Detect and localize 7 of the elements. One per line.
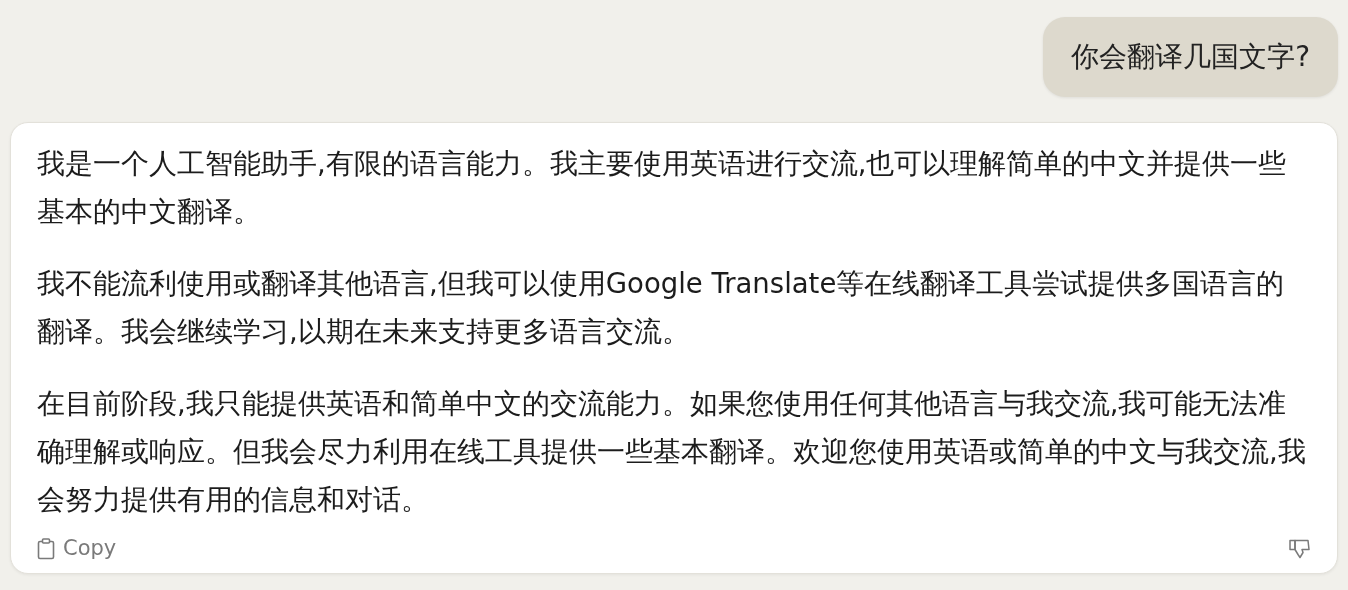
message-paragraph: 我是一个人工智能助手,有限的语言能力。我主要使用英语进行交流,也可以理解简单的中文并提供一些基本的中文翻译。: [37, 146, 1288, 229]
thumbs-down-icon: [1289, 539, 1311, 560]
copy-button[interactable]: Copy: [37, 533, 117, 565]
clipboard-icon: [37, 537, 55, 560]
user-message: 你会翻译几国文字?: [1043, 17, 1338, 97]
message-paragraph: 在目前阶段,我只能提供英语和简单中文的交流能力。如果您使用任何其他语言与我交流,我可能无法准确理解或响应。但我会尽力利用在线工具提供一些基本翻译。欢迎您使用英语或简单的中文与我交流,我会努力提供有用的信息和对话。: [37, 386, 1307, 517]
message-paragraph: 我不能流利使用或翻译其他语言,但我可以使用Google Translate等在线翻译工具尝试提供多国语言的翻译。我会继续学习,以期在未来支持更多语言交流。: [37, 266, 1286, 349]
